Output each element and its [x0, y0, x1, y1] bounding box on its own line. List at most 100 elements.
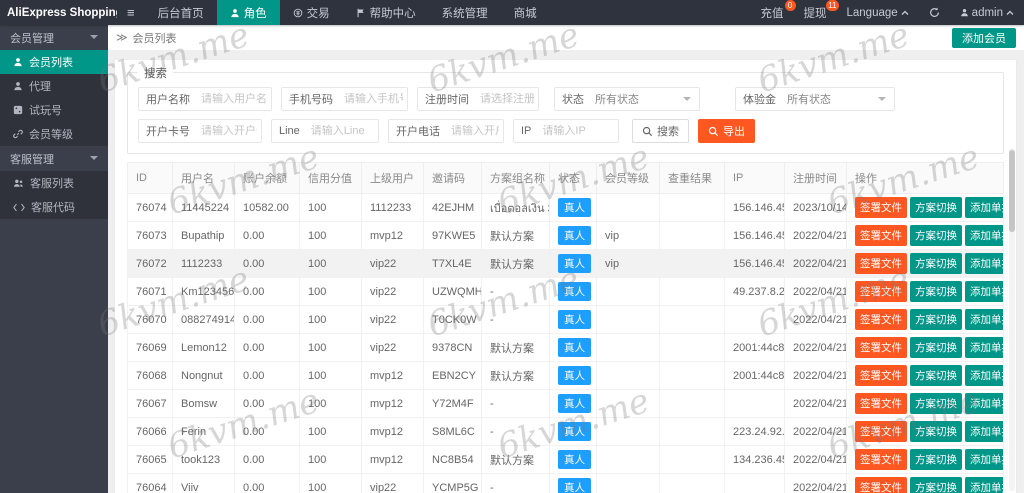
table-cell: EBN2CY	[423, 361, 482, 390]
table-cell	[596, 389, 660, 418]
language-menu[interactable]: Language	[837, 0, 919, 25]
line-input[interactable]	[306, 125, 378, 137]
op-button-2[interactable]: 添加单控方案	[965, 253, 1003, 274]
nav-item-0[interactable]: 后台首页	[145, 0, 217, 25]
nav-item-2[interactable]: 交易	[280, 0, 343, 25]
search-row-1: 用户名称手机号码注册时间状态所有状态体验金所有状态	[138, 87, 993, 111]
op-button-1[interactable]: 方案切换	[910, 309, 962, 330]
table-cell: 76068	[127, 361, 173, 390]
op-button-0[interactable]: 签署文件	[855, 253, 907, 274]
status-badge[interactable]: 真人	[558, 226, 591, 245]
status-badge[interactable]: 真人	[558, 450, 591, 469]
bank-card-input[interactable]	[197, 125, 261, 137]
table-cell-ops: 签署文件方案切换添加单控方案...	[846, 361, 1004, 390]
op-button-1[interactable]: 方案切换	[910, 337, 962, 358]
op-button-1[interactable]: 方案切换	[910, 449, 962, 470]
sidebar-item-member-level[interactable]: 会员等级	[0, 122, 108, 146]
status-badge[interactable]: 真人	[558, 394, 591, 413]
op-button-1[interactable]: 方案切换	[910, 281, 962, 302]
op-button-1[interactable]: 方案切换	[910, 225, 962, 246]
table-cell: -	[481, 417, 550, 446]
op-button-2[interactable]: 添加单控方案	[965, 337, 1003, 358]
ip-input[interactable]	[538, 125, 618, 137]
search-button[interactable]: 搜索	[632, 119, 689, 143]
op-button-1[interactable]: 方案切换	[910, 365, 962, 386]
scrollbar-thumb[interactable]	[1009, 150, 1015, 232]
sidebar-item-service-code[interactable]: 客服代码	[0, 195, 108, 219]
table-cell: vip22	[361, 333, 424, 362]
status-badge[interactable]: 真人	[558, 282, 591, 301]
op-button-2[interactable]: 添加单控方案	[965, 281, 1003, 302]
username-input[interactable]	[197, 93, 271, 105]
nav-item-3[interactable]: 帮助中心	[343, 0, 429, 25]
sidebar-item-trial-account[interactable]: 试玩号	[0, 98, 108, 122]
op-button-0[interactable]: 签署文件	[855, 393, 907, 414]
op-button-0[interactable]: 签署文件	[855, 337, 907, 358]
reg-time-input[interactable]	[476, 93, 538, 105]
op-button-0[interactable]: 签署文件	[855, 309, 907, 330]
status-badge[interactable]: 真人	[558, 254, 591, 273]
export-button[interactable]: 导出	[698, 119, 755, 143]
table-cell: 11445224	[172, 193, 235, 222]
op-button-0[interactable]: 签署文件	[855, 197, 907, 218]
nav-item-4[interactable]: 系统管理	[429, 0, 501, 25]
table-cell: vip22	[361, 473, 424, 493]
op-button-0[interactable]: 签署文件	[855, 225, 907, 246]
op-button-2[interactable]: 添加单控方案	[965, 365, 1003, 386]
table-cell: S8ML6C	[423, 417, 482, 446]
status-badge[interactable]: 真人	[558, 310, 591, 329]
table-cell	[596, 473, 660, 493]
op-button-1[interactable]: 方案切换	[910, 253, 962, 274]
hamburger-icon[interactable]: ≡	[117, 0, 145, 25]
status-badge[interactable]: 真人	[558, 338, 591, 357]
op-button-1[interactable]: 方案切换	[910, 197, 962, 218]
nav-item-5[interactable]: 商城	[501, 0, 550, 25]
refresh-button[interactable]	[919, 0, 950, 25]
withdraw-link[interactable]: 提现 11	[794, 0, 839, 25]
nav-item-1[interactable]: 角色	[216, 0, 280, 25]
op-button-0[interactable]: 签署文件	[855, 365, 907, 386]
op-button-2[interactable]: 添加单控方案	[965, 477, 1003, 493]
op-button-0[interactable]: 签署文件	[855, 421, 907, 442]
sidebar: 会员管理 会员列表 代理 试玩号 会员等级 客服管理 客服列表 客服代码	[0, 25, 108, 493]
status-badge[interactable]: 真人	[558, 478, 591, 493]
add-member-button[interactable]: 添加会员	[952, 27, 1016, 48]
op-button-0[interactable]: 签署文件	[855, 281, 907, 302]
op-button-2[interactable]: 添加单控方案	[965, 197, 1003, 218]
table-cell	[724, 473, 785, 493]
op-button-0[interactable]: 签署文件	[855, 449, 907, 470]
vertical-scrollbar[interactable]	[1009, 148, 1015, 491]
op-button-2[interactable]: 添加单控方案	[965, 393, 1003, 414]
user-menu[interactable]: admin	[950, 0, 1024, 25]
bank-phone-input[interactable]	[447, 125, 503, 137]
op-button-1[interactable]: 方案切换	[910, 421, 962, 442]
search-field-ip: IP	[513, 119, 619, 143]
sidebar-item-service-list[interactable]: 客服列表	[0, 171, 108, 195]
sidebar-item-agent[interactable]: 代理	[0, 74, 108, 98]
table-cell: vip22	[361, 277, 424, 306]
status-select-value[interactable]: 所有状态	[591, 91, 679, 107]
status-badge[interactable]: 真人	[558, 366, 591, 385]
op-button-2[interactable]: 添加单控方案	[965, 449, 1003, 470]
table-cell: 100	[299, 417, 362, 446]
recharge-link[interactable]: 充值 0	[751, 0, 796, 25]
table-cell: 76073	[127, 221, 173, 250]
column-header: 查重结果	[659, 162, 725, 194]
table-cell: 2022/04/21 10:18	[784, 473, 847, 493]
status-badge[interactable]: 真人	[558, 198, 591, 217]
op-button-2[interactable]: 添加单控方案	[965, 421, 1003, 442]
field-label: 手机号码	[289, 94, 333, 106]
op-button-2[interactable]: 添加单控方案	[965, 225, 1003, 246]
phone-input[interactable]	[340, 93, 407, 105]
sidebar-group-member-management[interactable]: 会员管理	[0, 25, 108, 50]
op-button-1[interactable]: 方案切换	[910, 393, 962, 414]
op-button-1[interactable]: 方案切换	[910, 477, 962, 493]
trial-fund-select-value[interactable]: 所有状态	[783, 91, 874, 107]
table-cell: -	[481, 473, 550, 493]
status-badge[interactable]: 真人	[558, 422, 591, 441]
table-cell-status: 真人	[549, 193, 597, 222]
op-button-0[interactable]: 签署文件	[855, 477, 907, 493]
sidebar-item-member-list[interactable]: 会员列表	[0, 50, 108, 74]
sidebar-group-service-management[interactable]: 客服管理	[0, 146, 108, 171]
op-button-2[interactable]: 添加单控方案	[965, 309, 1003, 330]
